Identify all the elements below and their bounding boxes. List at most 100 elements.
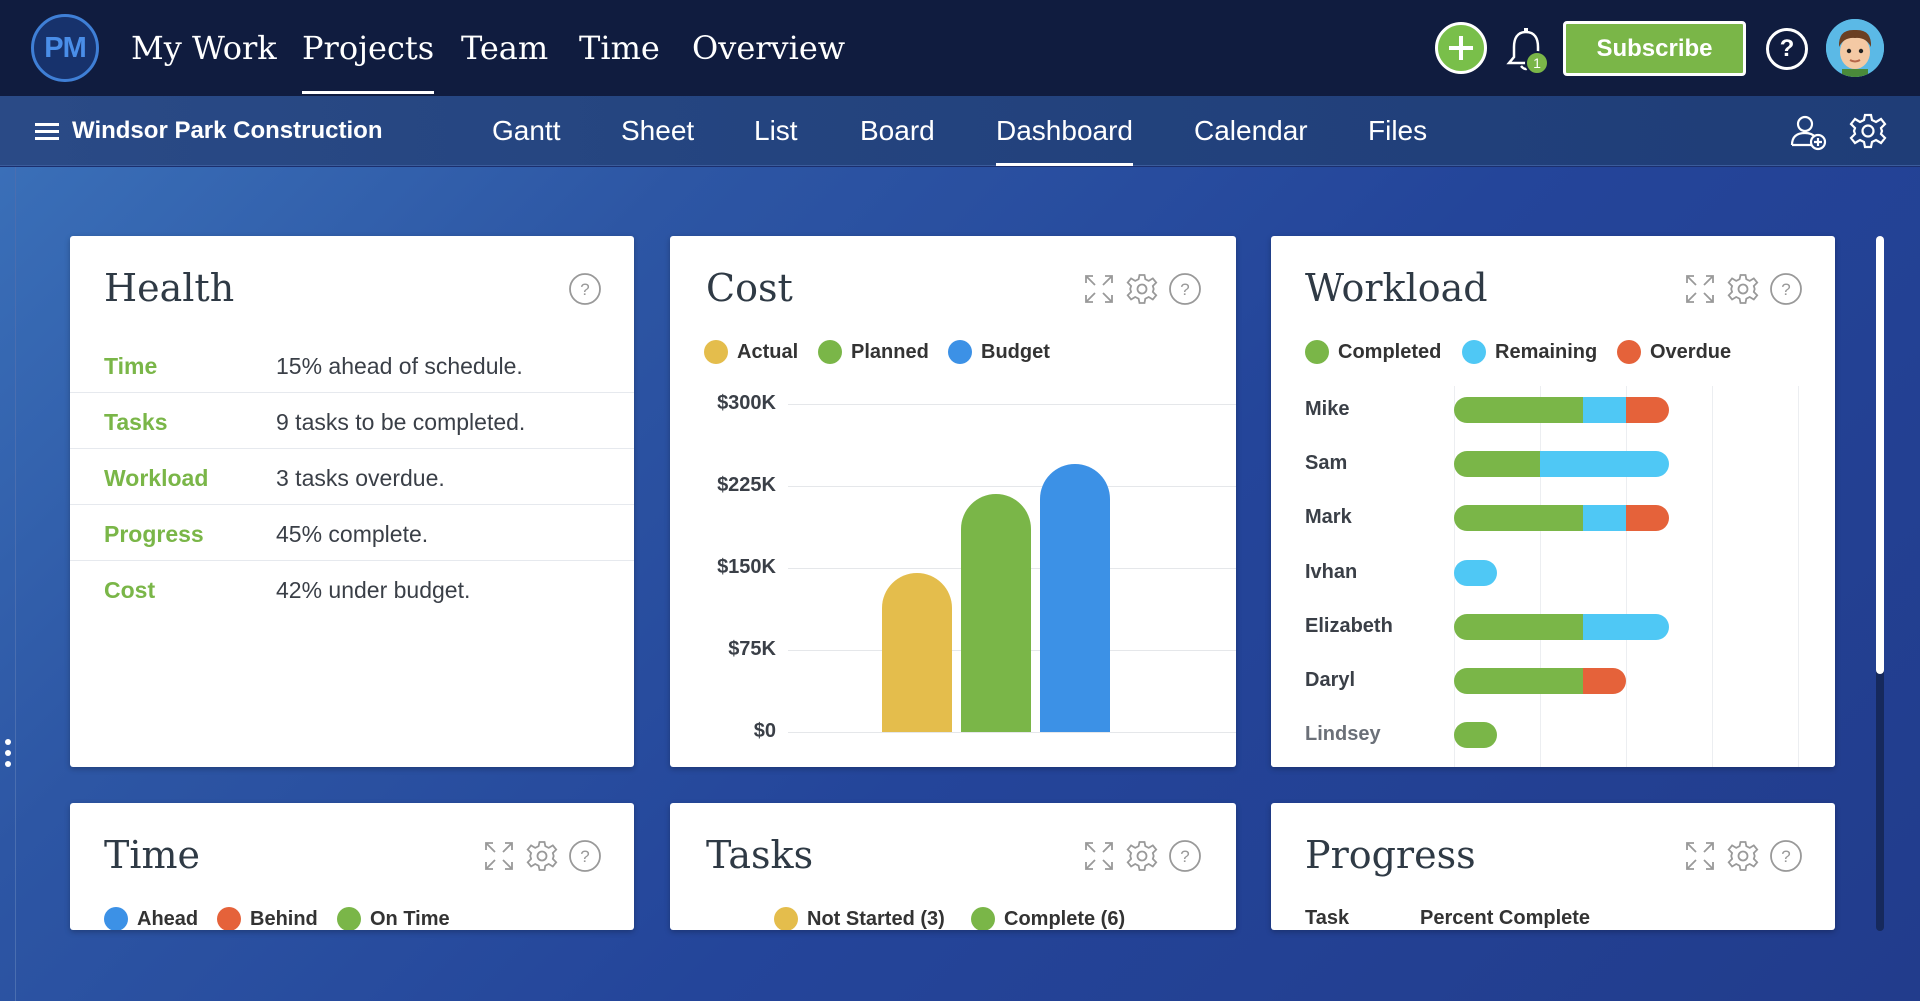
legend-label: Completed <box>1338 340 1442 363</box>
side-panel-handle[interactable] <box>0 167 16 1001</box>
projectmanager-logo[interactable]: PM <box>31 14 99 82</box>
workload-segment-overdue <box>1583 668 1626 694</box>
health-label: Tasks <box>104 409 168 435</box>
workload-bar[interactable] <box>1454 451 1669 478</box>
legend-behind: Behind <box>217 907 318 930</box>
settings-gear-icon[interactable] <box>525 839 559 873</box>
health-value: 9 tasks to be completed. <box>276 409 526 435</box>
svg-text:?: ? <box>580 280 589 299</box>
workload-person-name: Daryl <box>1305 669 1356 691</box>
y-tick-label: $150K <box>717 556 776 578</box>
view-tab-list[interactable]: List <box>754 96 798 166</box>
menu-icon[interactable] <box>35 123 59 141</box>
workload-segment-completed <box>1454 451 1540 478</box>
health-value: 3 tasks overdue. <box>276 465 445 491</box>
column-header-task[interactable]: Task <box>1305 907 1349 930</box>
add-new-button[interactable] <box>1435 22 1487 74</box>
workload-bar[interactable] <box>1454 722 1497 749</box>
legend-label: Actual <box>737 340 799 363</box>
legend-swatch <box>104 907 128 930</box>
nav-my-work[interactable]: My Work <box>131 0 277 96</box>
add-user-icon[interactable] <box>1788 111 1828 151</box>
legend-swatch <box>1617 340 1641 364</box>
view-tab-files[interactable]: Files <box>1368 96 1427 166</box>
workload-bar[interactable] <box>1454 668 1626 694</box>
help-icon[interactable]: ? <box>1769 839 1803 873</box>
bar-planned[interactable] <box>961 493 1031 732</box>
expand-icon[interactable] <box>1683 839 1717 873</box>
expand-icon[interactable] <box>1082 839 1116 873</box>
workload-segment-remaining <box>1540 451 1669 478</box>
view-tab-sheet[interactable]: Sheet <box>621 96 694 166</box>
workload-bar[interactable] <box>1454 613 1669 640</box>
help-icon[interactable]: ? <box>1168 272 1202 306</box>
legend-swatch <box>818 340 842 364</box>
bar-budget[interactable] <box>1040 464 1110 732</box>
gridline <box>788 486 1236 487</box>
legend-swatch <box>948 340 972 364</box>
card-title: Tasks <box>706 833 814 877</box>
drag-handle-icon[interactable] <box>5 739 11 769</box>
workload-person-name: Mark <box>1305 506 1352 529</box>
legend-label: Budget <box>981 340 1050 363</box>
settings-gear-icon[interactable] <box>1726 839 1760 873</box>
workload-segment-remaining <box>1583 613 1669 640</box>
nav-overview[interactable]: Overview <box>692 0 845 96</box>
legend-label: Overdue <box>1650 340 1732 363</box>
help-icon[interactable]: ? <box>1766 28 1808 70</box>
legend-swatch <box>217 907 241 930</box>
legend-label: Not Started (3) <box>807 907 945 930</box>
user-avatar[interactable] <box>1826 19 1884 77</box>
column-header-percent-complete[interactable]: Percent Complete <box>1420 907 1590 930</box>
view-tab-board[interactable]: Board <box>860 96 935 166</box>
workload-segment-overdue <box>1626 505 1669 532</box>
svg-text:?: ? <box>1180 847 1189 866</box>
workload-bar[interactable] <box>1454 397 1669 423</box>
help-icon[interactable]: ? <box>568 839 602 873</box>
legend-swatch <box>704 340 728 364</box>
workload-bar[interactable] <box>1454 559 1497 586</box>
settings-gear-icon[interactable] <box>1125 839 1159 873</box>
legend-actual: Actual <box>704 340 798 364</box>
workload-bar[interactable] <box>1454 505 1669 532</box>
expand-icon[interactable] <box>482 839 516 873</box>
scrollbar-thumb[interactable] <box>1876 236 1884 674</box>
workload-person-name: Mike <box>1305 398 1350 420</box>
nav-time[interactable]: Time <box>579 0 660 96</box>
help-icon[interactable]: ? <box>568 272 602 306</box>
settings-gear-icon[interactable] <box>1125 272 1159 306</box>
health-label: Time <box>104 353 158 379</box>
workload-person-name: Sam <box>1305 452 1348 475</box>
expand-icon[interactable] <box>1683 272 1717 306</box>
workload-segment-completed <box>1454 613 1583 640</box>
project-title[interactable]: Windsor Park Construction <box>72 96 382 166</box>
health-label: Progress <box>104 521 204 547</box>
gridline <box>1712 386 1713 767</box>
y-tick-label: $225K <box>717 474 776 496</box>
view-tab-dashboard[interactable]: Dashboard <box>996 96 1133 166</box>
help-icon[interactable]: ? <box>1168 839 1202 873</box>
svg-text:?: ? <box>1180 280 1189 299</box>
settings-gear-icon[interactable] <box>1848 111 1888 151</box>
legend-swatch <box>774 907 798 930</box>
bar-actual[interactable] <box>882 573 952 732</box>
nav-projects[interactable]: Projects <box>302 0 435 96</box>
view-tab-gantt[interactable]: Gantt <box>492 96 560 166</box>
nav-team[interactable]: Team <box>461 0 548 96</box>
gridline <box>1626 386 1627 767</box>
legend-not-started: Not Started (3) <box>774 907 945 930</box>
legend-label: Complete (6) <box>1004 907 1126 930</box>
gridline <box>1798 386 1799 767</box>
settings-gear-icon[interactable] <box>1726 272 1760 306</box>
user-face-icon <box>1826 19 1884 77</box>
health-value: 45% complete. <box>276 521 429 547</box>
expand-icon[interactable] <box>1082 272 1116 306</box>
workload-segment-overdue <box>1626 397 1669 423</box>
card-title: Time <box>104 833 201 877</box>
help-icon[interactable]: ? <box>1769 272 1803 306</box>
cost-card: Cost ? Actual Planned Budget $300K $225K $… <box>670 236 1236 767</box>
legend-budget: Budget <box>948 340 1050 364</box>
subscribe-button[interactable]: Subscribe <box>1563 21 1746 76</box>
card-title: Health <box>104 266 235 310</box>
view-tab-calendar[interactable]: Calendar <box>1194 96 1308 166</box>
